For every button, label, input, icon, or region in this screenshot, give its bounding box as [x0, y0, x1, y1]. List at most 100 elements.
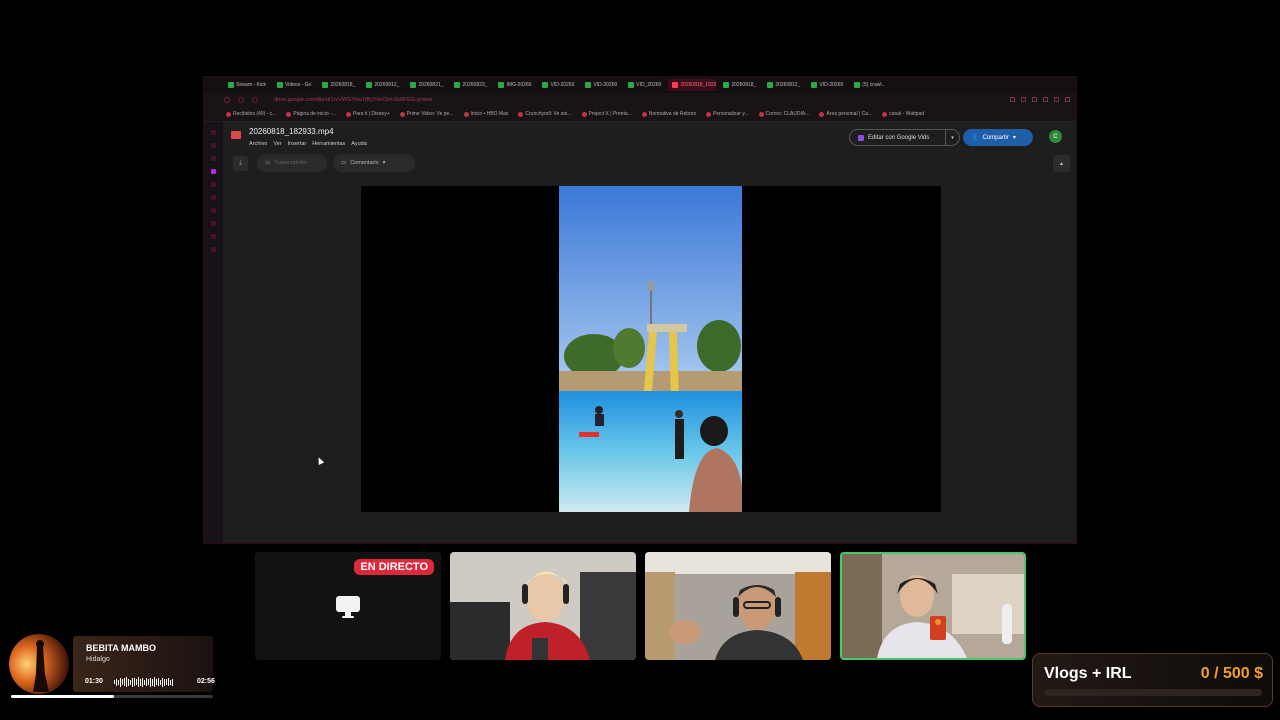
chevron-down-icon[interactable]: ▾ [945, 130, 959, 145]
browser-tab[interactable]: VID-20260 [581, 79, 621, 91]
chevron-down-icon: ▾ [382, 160, 386, 166]
side-rail-icon[interactable] [211, 130, 216, 135]
waveform-bar [146, 678, 147, 686]
browser-tab[interactable]: Stream - Kick [224, 79, 270, 91]
browser-tab[interactable]: Videos - Go [273, 79, 315, 91]
edit-with-vids-label: Editar con Google Vids [868, 134, 930, 141]
tab-favicon-icon [277, 82, 284, 88]
browser-tab[interactable]: (5) crawl.. [850, 79, 888, 91]
download-icon[interactable]: ⤓ [233, 156, 248, 171]
bookmark-item[interactable]: Project X | Prenta... [581, 111, 632, 117]
menu-ver[interactable]: Ver [273, 141, 281, 147]
bookmark-item[interactable]: Personalizar y... [706, 111, 749, 117]
extension-icon[interactable] [1054, 97, 1059, 102]
bookmark-favicon-icon [819, 111, 825, 117]
chevron-up-icon[interactable]: ▴ [1053, 155, 1070, 172]
tab-favicon-icon [811, 82, 818, 88]
address-bar[interactable]: drive.google.com/file/d/1rvVWS7Hw1tByYHr… [204, 93, 1076, 107]
browser-tab-active[interactable]: 20260818_182933.m [668, 79, 717, 91]
now-playing-panel: BEBITA MAMBO Hidalgo 01:30 02:56 [73, 636, 215, 692]
share-label: Compartir [982, 134, 1009, 141]
bookmark-item[interactable]: Área personal | Ca... [819, 111, 872, 117]
menu-ayuda[interactable]: Ayuda [351, 141, 367, 147]
browser-tab[interactable]: IMG-20260 [494, 79, 535, 91]
browser-tab[interactable]: VID-20260 [538, 79, 578, 91]
donation-goal-widget: Vlogs + IRL 0 / 500 $ [1032, 653, 1273, 707]
browser-tab[interactable]: 20260818_ [318, 79, 359, 91]
side-rail-icon[interactable] [211, 221, 216, 226]
bookmark-label: Para ti | Disney+ [352, 111, 390, 117]
video-frame[interactable] [559, 186, 742, 512]
side-rail-icon[interactable] [211, 234, 216, 239]
camera-slot-screen-share: EN DIRECTO [255, 552, 441, 660]
extension-icon[interactable] [1032, 97, 1037, 102]
forward-icon[interactable] [238, 97, 244, 103]
share-button[interactable]: 👤 Compartir ▾ [963, 129, 1033, 146]
bookmark-item[interactable]: Correo: CLAUDIA... [758, 111, 809, 117]
waveform-bar [152, 678, 153, 686]
edit-with-vids-button[interactable]: Editar con Google Vids ▾ [849, 129, 960, 146]
waveform-bar [168, 678, 169, 686]
tab-label: 20260821_ [418, 82, 444, 88]
reload-icon[interactable] [252, 97, 258, 103]
account-avatar[interactable]: C [1049, 130, 1062, 143]
bookmark-item[interactable]: Normativa de Rebors [641, 111, 696, 117]
bookmark-item[interactable]: Crunchyroll: Ve ani... [518, 111, 572, 117]
video-viewer[interactable] [361, 186, 941, 512]
extension-icon[interactable] [1043, 97, 1048, 102]
bookmark-favicon-icon [345, 111, 351, 117]
bookmark-item[interactable]: Para ti | Disney+ [345, 111, 390, 117]
browser-extension-icons [1010, 97, 1070, 102]
menu-herramientas[interactable]: Herramientas [312, 141, 345, 147]
browser-tab[interactable]: 20260812_ [362, 79, 403, 91]
waveform-bar [126, 677, 127, 687]
browser-tab[interactable]: VID_20260 [624, 79, 665, 91]
browser-tab[interactable]: 20260812_ [763, 79, 804, 91]
side-rail-icon[interactable] [211, 195, 216, 200]
browser-tab[interactable]: VID-20260 [807, 79, 847, 91]
tab-favicon-icon [454, 82, 461, 88]
monitor-icon [336, 596, 360, 618]
extension-icon[interactable] [1021, 97, 1026, 102]
comment-button[interactable]: ▭ Comentario ▾ [333, 154, 415, 172]
transcription-label: Transcripción [274, 160, 308, 166]
side-rail-icon[interactable] [211, 156, 216, 161]
drive-header: 20260818_182933.mp4 Archivo Ver Insertar… [223, 122, 1076, 152]
side-rail-icon[interactable] [211, 208, 216, 213]
bookmark-item[interactable]: Prime Video: Ve pe... [399, 111, 454, 117]
browser-tab[interactable]: 20260818_ [719, 79, 760, 91]
bookmark-favicon-icon [463, 111, 469, 117]
album-art-image [9, 634, 69, 694]
tab-favicon-icon [322, 82, 329, 88]
tab-label: VID-20260 [550, 82, 575, 88]
browser-tab[interactable]: 20260821_ [406, 79, 447, 91]
bookmark-label: Crunchyroll: Ve ani... [525, 111, 572, 117]
bookmark-item[interactable]: Inicio • HBO Max [463, 111, 508, 117]
menu-insertar[interactable]: Insertar [288, 141, 307, 147]
bookmark-favicon-icon [581, 111, 587, 117]
transcription-button[interactable]: ▤ Transcripción [257, 154, 327, 172]
bookmark-item[interactable]: canal - Wattpad [882, 111, 924, 117]
extension-icon[interactable] [1065, 97, 1070, 102]
bookmark-item[interactable]: Recibidos (49) - c... [226, 111, 276, 117]
tab-label: 20260823_ [462, 82, 488, 88]
waveform-bar [148, 679, 149, 685]
url-text[interactable]: drive.google.com/file/d/1rvVWS7Hw1tByYHr… [274, 97, 432, 103]
menu-archivo[interactable]: Archivo [249, 141, 267, 147]
side-rail-icon[interactable] [211, 169, 216, 174]
album-art [9, 634, 69, 694]
side-rail-icon[interactable] [211, 182, 216, 187]
bookmark-item[interactable]: Página de inicio -... [286, 111, 336, 117]
comment-label: Comentario [350, 160, 379, 166]
side-rail-icon[interactable] [211, 143, 216, 148]
browser-tab[interactable]: 20260823_ [450, 79, 491, 91]
bookmark-favicon-icon [882, 111, 888, 117]
person-add-icon: 👤 [971, 135, 979, 141]
file-title[interactable]: 20260818_182933.mp4 [249, 127, 334, 136]
tab-favicon-icon [723, 82, 730, 88]
back-icon[interactable] [224, 97, 230, 103]
bookmark-favicon-icon [399, 111, 405, 117]
extension-icon[interactable] [1010, 97, 1015, 102]
side-rail-icon[interactable] [211, 247, 216, 252]
waveform-bar [160, 679, 161, 685]
